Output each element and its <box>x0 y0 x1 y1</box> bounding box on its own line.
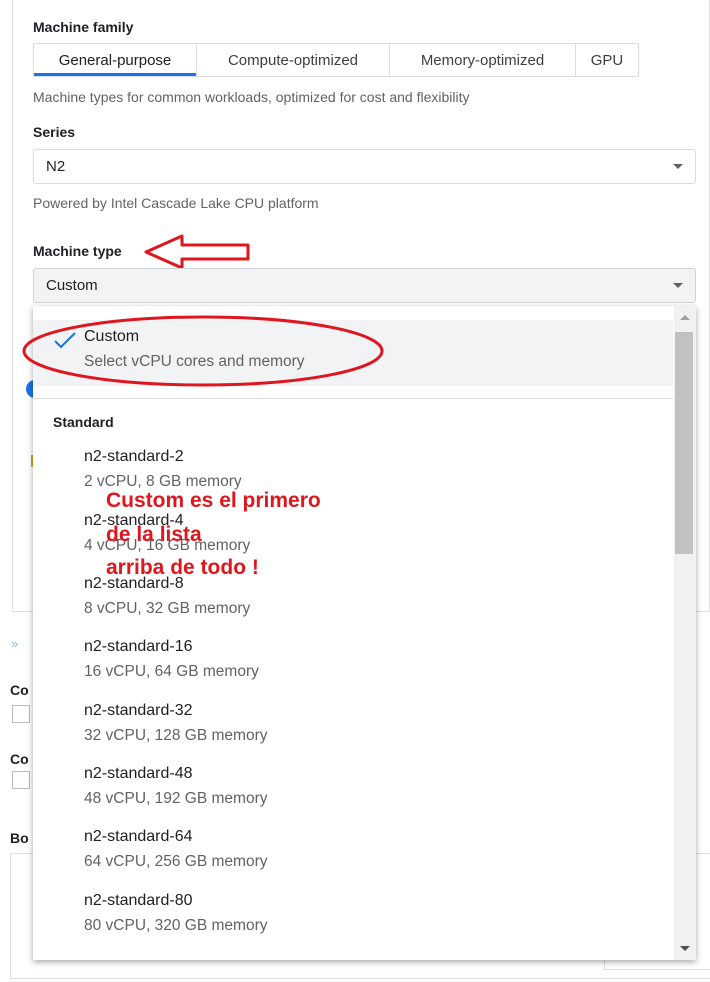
dropdown-group-standard: Standard <box>53 414 114 430</box>
annotation-text-line-3: arriba de todo ! <box>106 556 259 579</box>
machine-type-value: Custom <box>46 277 98 294</box>
option-title: n2-standard-48 <box>84 765 193 782</box>
machine-family-label: Machine family <box>33 19 134 35</box>
option-subtitle: 8 vCPU, 32 GB memory <box>84 600 251 617</box>
tab-gpu[interactable]: GPU <box>576 44 638 76</box>
annotation-ellipse <box>22 315 384 387</box>
annotation-text-line-1: Custom es el primero <box>106 489 321 512</box>
machine-family-description: Machine types for common workloads, opti… <box>33 89 470 105</box>
background-label-2: Co <box>10 751 29 767</box>
machine-type-label: Machine type <box>33 243 122 259</box>
expand-chevron-icon[interactable]: » <box>11 636 18 651</box>
option-subtitle: 80 vCPU, 320 GB memory <box>84 917 268 934</box>
machine-family-tabs: General-purpose Compute-optimized Memory… <box>33 43 639 77</box>
chevron-down-icon <box>673 283 683 288</box>
background-label-1: Co <box>10 682 29 698</box>
series-description: Powered by Intel Cascade Lake CPU platfo… <box>33 195 319 211</box>
dropdown-scrollbar[interactable] <box>674 306 696 960</box>
scroll-up-icon[interactable] <box>680 315 690 320</box>
scroll-down-icon[interactable] <box>680 946 690 951</box>
scrollbar-thumb[interactable] <box>675 332 693 554</box>
option-subtitle: 48 vCPU, 192 GB memory <box>84 790 268 807</box>
option-title: n2-standard-2 <box>84 448 184 465</box>
machine-type-select[interactable]: Custom <box>33 268 696 303</box>
series-select[interactable]: N2 <box>33 149 696 184</box>
option-title: n2-standard-80 <box>84 892 193 909</box>
option-title: n2-standard-32 <box>84 702 193 719</box>
series-label: Series <box>33 124 76 140</box>
background-label-3: Bo <box>10 830 29 846</box>
option-title: n2-standard-16 <box>84 638 193 655</box>
annotation-arrow <box>144 234 250 270</box>
tab-general-purpose[interactable]: General-purpose <box>34 44 197 76</box>
chevron-down-icon <box>673 164 683 169</box>
option-subtitle: 16 vCPU, 64 GB memory <box>84 663 259 680</box>
background-checkbox-2[interactable] <box>12 771 30 789</box>
option-subtitle: 64 vCPU, 256 GB memory <box>84 853 268 870</box>
tab-compute-optimized[interactable]: Compute-optimized <box>197 44 390 76</box>
background-checkbox-1[interactable] <box>12 705 30 723</box>
option-subtitle: 32 vCPU, 128 GB memory <box>84 727 268 744</box>
option-title: n2-standard-64 <box>84 828 193 845</box>
machine-type-dropdown: Custom Select vCPU cores and memory Stan… <box>33 306 696 960</box>
annotation-text-line-2: de la lista <box>106 523 202 546</box>
dropdown-divider <box>33 398 673 399</box>
tab-memory-optimized[interactable]: Memory-optimized <box>390 44 576 76</box>
series-value: N2 <box>46 158 66 175</box>
